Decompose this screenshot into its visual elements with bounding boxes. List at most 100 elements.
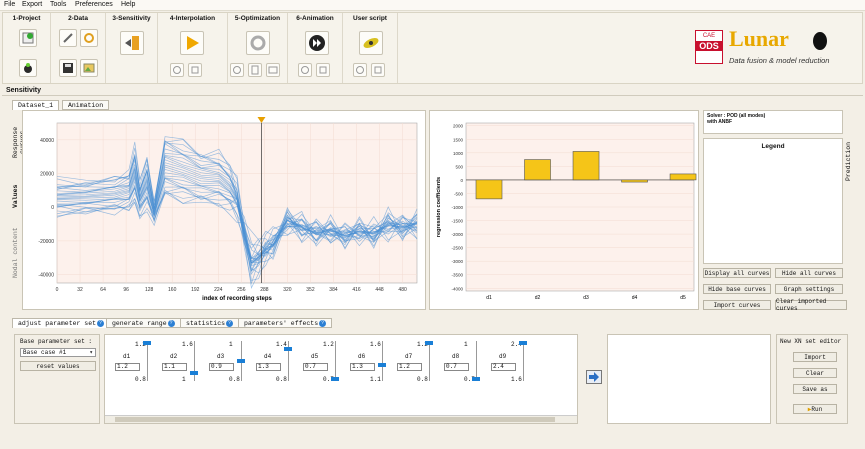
- parameter-slider-thumb[interactable]: [472, 377, 480, 381]
- parameter-name: d9: [499, 353, 507, 360]
- side-tab-response-curves[interactable]: Response curves: [12, 114, 26, 170]
- base-parameter-set-select[interactable]: Base case #1 ▾: [20, 348, 96, 357]
- x-tick-label: 480: [398, 287, 407, 293]
- reset-values-button[interactable]: reset values: [20, 361, 96, 371]
- response-curves-chart: 0 32 64 96 128 160 192 224 256 288 320 352 384 416 448…: [38, 117, 418, 302]
- apply-arrow-button[interactable]: [586, 370, 602, 384]
- parameter-slider-thumb[interactable]: [284, 347, 292, 352]
- animation-fast-forward-icon[interactable]: [305, 31, 329, 55]
- y-tick-label: 0: [51, 205, 54, 211]
- hide-base-curves-button[interactable]: Hide base curves: [703, 284, 771, 294]
- parameter-slider-thumb[interactable]: [190, 370, 198, 375]
- parameter-slider-thumb[interactable]: [143, 341, 151, 345]
- parameter-value-input[interactable]: 2.4: [491, 363, 516, 371]
- side-tab-prediction[interactable]: Prediction: [845, 140, 854, 182]
- horizontal-scrollbar[interactable]: [105, 415, 577, 423]
- user-script-settings-icon[interactable]: [371, 63, 385, 77]
- parameter-slider-thumb[interactable]: [378, 362, 386, 367]
- help-icon[interactable]: ?: [97, 320, 105, 327]
- side-tab-nodal-content[interactable]: Nodal content: [12, 224, 21, 282]
- base-parameter-set-label: Base parameter set :: [20, 338, 93, 345]
- animation-cycle-icon[interactable]: [298, 63, 312, 77]
- parameter-slider-track[interactable]: [335, 341, 336, 381]
- optimization-window-icon[interactable]: [266, 63, 280, 77]
- tab-dataset-1[interactable]: Dataset_1: [12, 100, 60, 110]
- parameter-value-input[interactable]: 1.1: [162, 363, 187, 371]
- save-data-icon[interactable]: [59, 59, 77, 77]
- scrollbar-thumb[interactable]: [115, 417, 555, 422]
- run-button[interactable]: ▶ Run: [793, 404, 837, 414]
- logo-tagline: Data fusion & model reduction: [729, 56, 830, 65]
- parameter-d4: 1.4 d4 1.3 0.8: [252, 335, 299, 413]
- solver-info: Solver : POD (all modes) with ANBF: [703, 110, 843, 134]
- tab-adjust-parameter-set[interactable]: adjust parameter set?: [12, 318, 111, 328]
- tab-label: adjust parameter set: [18, 320, 97, 328]
- new-project-icon[interactable]: [19, 29, 37, 47]
- tab-generate-range[interactable]: generate range?: [106, 318, 181, 328]
- help-icon[interactable]: ?: [319, 320, 327, 327]
- open-project-icon[interactable]: [19, 59, 37, 77]
- edit-data-icon[interactable]: [59, 29, 77, 47]
- parameter-slider-track[interactable]: [147, 341, 148, 381]
- parameter-slider-track[interactable]: [476, 341, 477, 381]
- xn-set-list[interactable]: [607, 334, 771, 424]
- parameter-value-input[interactable]: 1.3: [350, 363, 375, 371]
- parameter-slider-thumb[interactable]: [425, 341, 433, 345]
- parameter-value-input[interactable]: 0.7: [303, 363, 328, 371]
- optimization-cycle-icon[interactable]: [230, 63, 244, 77]
- parameter-slider-thumb[interactable]: [237, 359, 245, 363]
- parameter-slider-track[interactable]: [523, 341, 524, 381]
- parameter-value-input[interactable]: 0.7: [444, 363, 469, 371]
- interpolation-cycle-icon[interactable]: [170, 63, 184, 77]
- graph-settings-button[interactable]: Graph settings: [775, 284, 843, 294]
- help-icon[interactable]: ?: [167, 320, 175, 327]
- tab-label: parameters' effects: [244, 320, 319, 328]
- side-tab-values[interactable]: Values: [12, 180, 21, 212]
- display-all-curves-button[interactable]: Display all curves: [703, 268, 771, 278]
- parameter-slider-thumb[interactable]: [331, 377, 339, 381]
- group-title: 2-Data: [68, 15, 88, 22]
- parameter-slider-track[interactable]: [382, 341, 383, 381]
- y-tick-label: -3000: [451, 259, 463, 264]
- y-tick-label: -500: [454, 191, 464, 196]
- parameter-value-input[interactable]: 1.2: [397, 363, 422, 371]
- menu-file[interactable]: File: [4, 1, 15, 8]
- x-tick-label: 224: [214, 287, 223, 293]
- user-script-cycle-icon[interactable]: [353, 63, 367, 77]
- tab-statistics[interactable]: statistics?: [180, 318, 240, 328]
- sensitivity-run-icon[interactable]: [120, 31, 144, 55]
- help-icon[interactable]: ?: [226, 320, 234, 327]
- clear-button[interactable]: Clear: [793, 368, 837, 378]
- tab-animation[interactable]: Animation: [62, 100, 110, 110]
- optimization-gear-icon[interactable]: [246, 31, 270, 55]
- user-script-icon[interactable]: [359, 31, 383, 55]
- refresh-data-icon[interactable]: [80, 29, 98, 47]
- parameter-slider-track[interactable]: [194, 341, 195, 381]
- menu-export[interactable]: Export: [22, 1, 42, 8]
- import-curves-button[interactable]: Import curves: [703, 300, 771, 310]
- animation-settings-icon[interactable]: [316, 63, 330, 77]
- hide-all-curves-button[interactable]: Hide all curves: [775, 268, 843, 278]
- clear-imported-curves-button[interactable]: Clear imported curves: [775, 298, 847, 312]
- parameter-value-input[interactable]: 1.2: [115, 363, 140, 371]
- interpolation-play-icon[interactable]: [180, 31, 204, 55]
- tab-parameters-effects[interactable]: parameters' effects?: [238, 318, 333, 328]
- group-animation: 6-Animation: [288, 13, 343, 83]
- optimization-doc-icon[interactable]: [248, 63, 262, 77]
- save-as-button[interactable]: Save as: [793, 384, 837, 394]
- moon-icon: [813, 32, 827, 50]
- parameter-value-input[interactable]: 1.3: [256, 363, 281, 371]
- parameter-slider-track[interactable]: [429, 341, 430, 381]
- interpolation-settings-icon[interactable]: [188, 63, 202, 77]
- menu-preferences[interactable]: Preferences: [75, 1, 113, 8]
- import-image-icon[interactable]: [80, 59, 98, 77]
- x-tick-label: d1: [486, 295, 492, 301]
- legend-title: Legend: [761, 143, 785, 150]
- parameter-value-input[interactable]: 0.9: [209, 363, 234, 371]
- menu-tools[interactable]: Tools: [50, 1, 66, 8]
- parameter-slider-thumb[interactable]: [519, 341, 527, 345]
- import-button[interactable]: Import: [793, 352, 837, 362]
- x-tick-label: 192: [191, 287, 200, 293]
- menu-help[interactable]: Help: [121, 1, 135, 8]
- parameter-min: 0.8: [229, 376, 240, 383]
